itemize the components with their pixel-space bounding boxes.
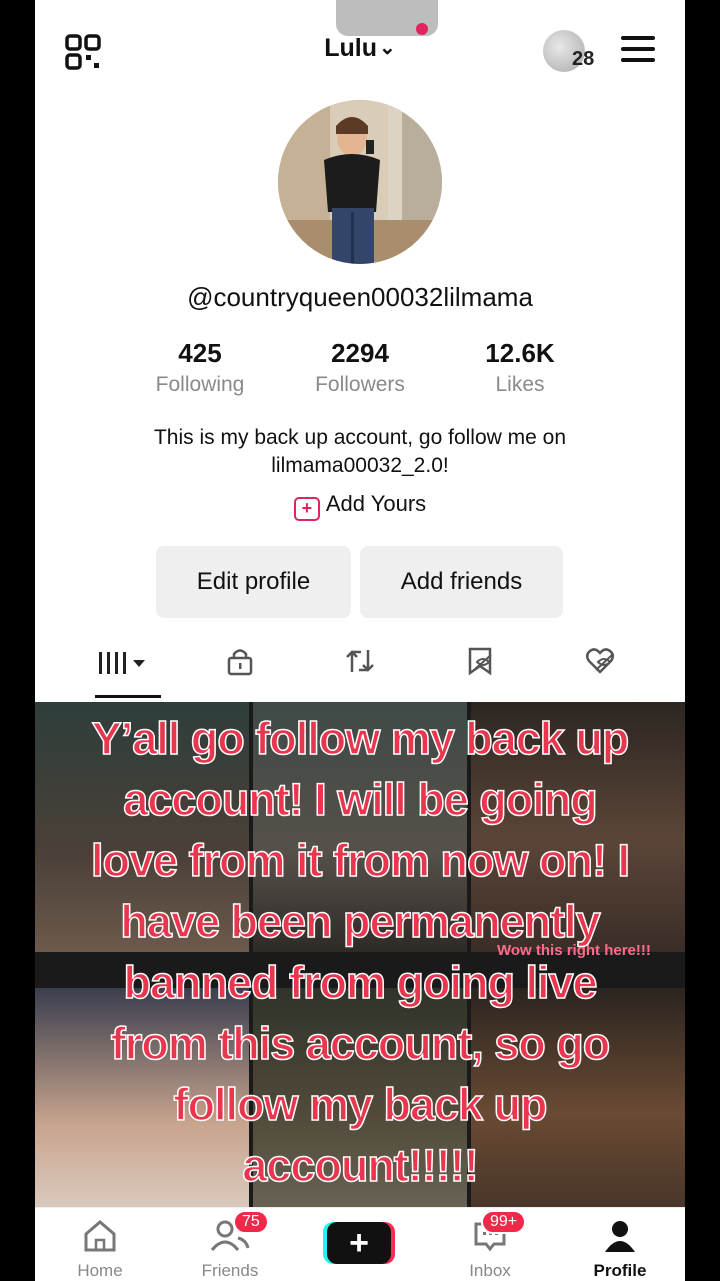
inbox-badge: 99+ <box>481 1210 527 1234</box>
profile-photo <box>278 100 442 264</box>
overlay-line: from this account, so go <box>110 1017 611 1070</box>
overlay-line: account!!!!! <box>242 1139 480 1192</box>
lock-icon[interactable] <box>210 644 270 694</box>
bottom-nav: Home Friends 75 + Inbox 99+ Profile <box>35 1207 685 1281</box>
stat-following[interactable]: 425 Following <box>130 338 270 397</box>
overlay-line: love from it from now on! I <box>90 834 630 887</box>
add-yours-link[interactable]: + Add Yours <box>35 491 685 521</box>
overlay-line: have been permanently <box>120 895 602 948</box>
friends-badge: 75 <box>233 1210 269 1234</box>
overlay-line: banned from going live <box>123 956 599 1009</box>
recording-dot-icon <box>416 23 428 35</box>
stat-value: 2294 <box>331 338 389 368</box>
notification-count: 28 <box>572 48 595 70</box>
stat-label: Likes <box>495 373 545 396</box>
liked-glyph <box>586 648 614 674</box>
stat-likes[interactable]: 12.6K Likes <box>450 338 590 397</box>
nav-label: Home <box>77 1261 123 1280</box>
profile-tabs <box>35 644 685 702</box>
repost-icon[interactable] <box>330 644 390 694</box>
profile-bio: This is my back up account, go follow me… <box>85 424 635 480</box>
add-yours-icon: + <box>293 497 320 521</box>
nav-inbox[interactable]: Inbox 99+ <box>435 1208 545 1281</box>
nav-profile[interactable]: Profile <box>565 1208 675 1281</box>
home-icon <box>84 1220 116 1252</box>
overlay-line: Y’all go follow my back up <box>91 712 630 765</box>
videos-grid-icon[interactable] <box>95 644 155 694</box>
nav-home[interactable]: Home <box>45 1208 155 1281</box>
profile-handle: @countryqueen00032lilmama <box>187 282 533 312</box>
overlay-line: follow my back up <box>173 1078 549 1131</box>
stat-label: Following <box>155 373 245 396</box>
videos-grid-glyph <box>99 652 145 674</box>
profile-icon <box>605 1221 635 1252</box>
nav-friends[interactable]: Friends 75 <box>175 1208 285 1281</box>
bio-line: This is my back up account, go follow me… <box>153 426 567 449</box>
stat-value: 425 <box>178 338 222 368</box>
active-tab-indicator <box>95 695 161 698</box>
bio-line: lilmama00032_2.0! <box>271 454 449 477</box>
stat-label: Followers <box>315 373 405 396</box>
overlay-line: account! I will be going <box>122 773 598 826</box>
account-name: Lulu <box>324 34 377 62</box>
add-friends-button[interactable]: Add friends <box>360 546 563 618</box>
overlay-caption: Y’all go follow my back up account! I wi… <box>35 708 685 1196</box>
edit-profile-button[interactable]: Edit profile <box>156 546 351 618</box>
menu-icon[interactable] <box>621 36 655 64</box>
chevron-down-icon: ⌄ <box>379 37 396 59</box>
nav-label: Profile <box>593 1261 647 1280</box>
liked-icon[interactable] <box>570 644 630 694</box>
bookmark-icon[interactable] <box>450 644 510 694</box>
lock-glyph <box>227 649 253 676</box>
add-yours-label: Add Yours <box>325 491 427 516</box>
profile-avatar[interactable] <box>278 100 442 264</box>
profile-stats: 425 Following 2294 Followers 12.6K Likes <box>130 338 590 397</box>
nav-label: Inbox <box>469 1261 511 1280</box>
repost-glyph <box>346 650 374 672</box>
bookmark-glyph <box>468 647 492 676</box>
stat-value: 12.6K <box>485 338 555 368</box>
nav-label: Friends <box>201 1261 259 1280</box>
stat-followers[interactable]: 2294 Followers <box>290 338 430 397</box>
create-button[interactable]: + <box>327 1222 391 1264</box>
